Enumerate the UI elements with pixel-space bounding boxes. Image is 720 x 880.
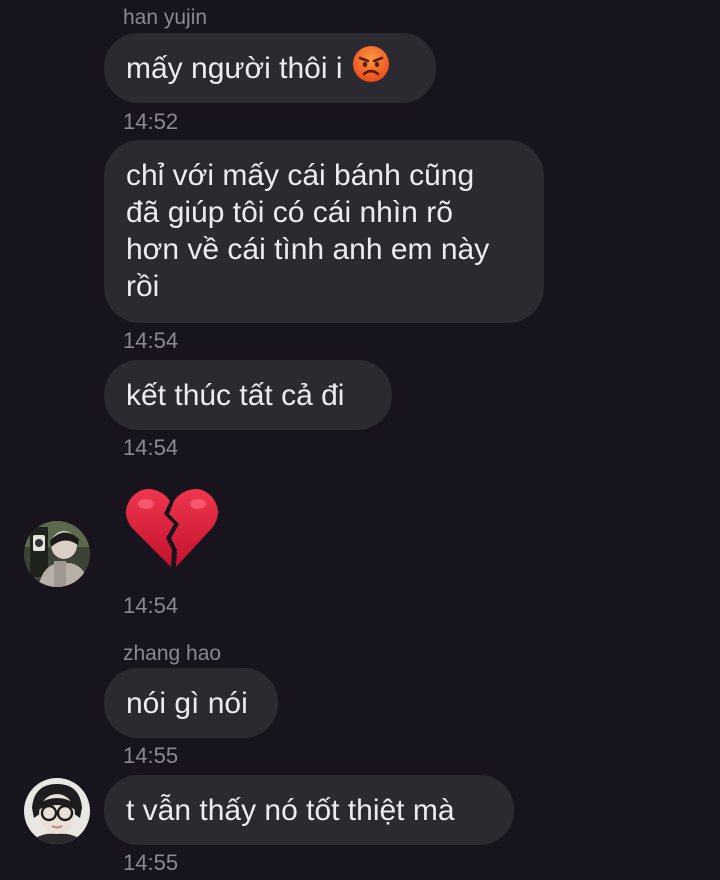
message-timestamp: 14:54: [123, 328, 179, 353]
message-text: nói gì nói: [126, 686, 248, 720]
message-timestamp: 14:55: [123, 850, 179, 875]
avatar[interactable]: [24, 778, 90, 844]
message-text: kết thúc tất cả đi: [126, 378, 345, 412]
message-bubble[interactable]: mấy người thôi i: [104, 33, 436, 103]
avatar[interactable]: [24, 521, 90, 587]
message-timestamp: 14:54: [123, 435, 179, 460]
sender-name: han yujin: [123, 6, 208, 29]
message-bubble[interactable]: chỉ với mấy cái bánh cũng đã giúp tôi có…: [104, 140, 544, 323]
chat-conversation: han yujin mấy người thôi i 14:52 chỉ với…: [0, 0, 720, 880]
message-text-line: đã giúp tôi có cái nhìn rõ: [126, 196, 453, 229]
message-text: t vẫn thấy nó tốt thiệt mà: [126, 793, 455, 827]
message-bubble[interactable]: nói gì nói: [104, 668, 278, 738]
broken-heart-icon[interactable]: [124, 484, 220, 575]
message-timestamp: 14:55: [123, 743, 179, 768]
message-bubble[interactable]: kết thúc tất cả đi: [104, 360, 392, 430]
message-text: mấy người thôi i: [126, 51, 343, 85]
message-text-line: chỉ với mấy cái bánh cũng: [126, 159, 475, 192]
message-bubble[interactable]: t vẫn thấy nó tốt thiệt mà: [104, 775, 514, 845]
message-text-line: rồi: [126, 270, 160, 303]
angry-face-icon: [351, 44, 391, 93]
message-timestamp: 14:54: [123, 593, 179, 618]
message-text-line: hơn về cái tình anh em này: [126, 233, 490, 266]
sender-name: zhang hao: [123, 642, 222, 665]
message-timestamp: 14:52: [123, 109, 179, 134]
